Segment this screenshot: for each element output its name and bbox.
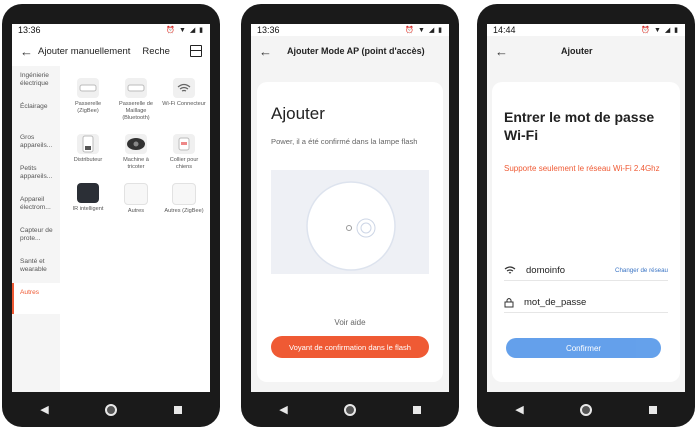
page-title: Ajouter manuellement xyxy=(38,45,131,57)
status-time: 14:44 xyxy=(493,25,516,35)
device-label: Passerelle de Maillage (Bluetooth) xyxy=(119,101,153,121)
gateway-icon xyxy=(77,78,99,98)
phone-3: 14:44 ⏰ ▼ ◢ ▮ ← Ajouter Entrer le mot de… xyxy=(477,4,695,427)
app-bar: ← Ajouter manuellement Reche xyxy=(12,36,210,66)
category-item[interactable]: Ingénierie électrique xyxy=(12,66,60,97)
device-label: Collier pour chiens xyxy=(169,157,199,170)
back-arrow-icon[interactable]: ← xyxy=(20,44,38,59)
search-tab[interactable]: Reche xyxy=(142,46,169,57)
device-grid: Passerelle (ZigBee) Passerelle de Mailla… xyxy=(60,66,210,392)
status-bar: 13:36 ⏰ ▼ ◢ ▮ xyxy=(251,24,449,36)
wifi-icon xyxy=(504,266,516,274)
category-item-active[interactable]: Autres xyxy=(12,283,60,314)
category-item[interactable]: Gros appareils... xyxy=(12,128,60,159)
network-warning: Supporte seulement le réseau Wi-Fi 2.4Gh… xyxy=(504,164,660,173)
device-label: Machine à tricoter xyxy=(123,157,149,170)
phone-2: 13:36 ⏰ ▼ ◢ ▮ ← Ajouter Mode AP (point d… xyxy=(241,4,459,427)
nav-back-icon[interactable]: ◀ xyxy=(515,403,523,416)
nav-recent-icon[interactable] xyxy=(412,405,421,414)
collar-icon xyxy=(173,134,195,154)
device-label: Autres xyxy=(127,208,145,214)
help-link[interactable]: Voir aide xyxy=(257,318,443,327)
device-label: Passerelle (ZigBee) xyxy=(74,101,102,114)
lock-icon xyxy=(504,297,514,307)
network-name: domoinfo xyxy=(526,264,566,276)
status-icons: ⏰ ▼ ◢ ▮ xyxy=(405,27,443,34)
scan-icon[interactable] xyxy=(190,45,202,57)
other-device-icon xyxy=(172,183,196,205)
device-item[interactable]: Passerelle (ZigBee) xyxy=(66,78,110,122)
android-nav-bar: ◀ xyxy=(251,392,449,427)
nav-back-icon[interactable]: ◀ xyxy=(279,403,287,416)
dispenser-icon xyxy=(77,134,99,154)
nav-home-icon[interactable] xyxy=(580,403,593,416)
category-item[interactable]: Éclairage xyxy=(12,97,60,128)
back-arrow-icon[interactable]: ← xyxy=(259,44,277,59)
device-item[interactable]: Autres (ZigBee) xyxy=(162,183,206,215)
category-item[interactable]: Petits appareils... xyxy=(12,159,60,190)
category-item[interactable]: Capteur de prote... xyxy=(12,221,60,252)
nav-home-icon[interactable] xyxy=(105,403,118,416)
category-sidebar: Ingénierie électrique Éclairage Gros app… xyxy=(12,66,60,392)
back-arrow-icon[interactable]: ← xyxy=(495,44,513,59)
status-bar: 14:44 ⏰ ▼ ◢ ▮ xyxy=(487,24,685,36)
app-bar: ← Ajouter Mode AP (point d'accès) xyxy=(251,36,449,66)
password-field[interactable]: mot_de_passe xyxy=(524,297,586,308)
android-nav-bar: ◀ xyxy=(487,392,685,427)
android-nav-bar: ◀ xyxy=(12,392,210,427)
device-item[interactable]: Distributeur xyxy=(66,134,110,171)
card-heading: Entrer le mot de passe Wi-Fi xyxy=(504,109,655,143)
status-time: 13:36 xyxy=(18,25,41,35)
nav-recent-icon[interactable] xyxy=(173,405,182,414)
password-row[interactable]: mot_de_passe xyxy=(504,292,668,313)
network-row: domoinfo Changer de réseau xyxy=(504,260,668,281)
change-network-link[interactable]: Changer de réseau xyxy=(615,267,668,274)
screen-ap-mode: 13:36 ⏰ ▼ ◢ ▮ ← Ajouter Mode AP (point d… xyxy=(251,24,449,392)
card-subtitle: Power, il a été confirmé dans la lampe f… xyxy=(271,137,418,146)
lamp-illustration xyxy=(271,170,429,274)
screen-wifi-password: 14:44 ⏰ ▼ ◢ ▮ ← Ajouter Entrer le mot de… xyxy=(487,24,685,392)
card-heading: Ajouter xyxy=(271,104,325,123)
page-title: Ajouter xyxy=(561,46,593,56)
device-label: IR intelligent xyxy=(72,206,104,212)
status-icons: ⏰ ▼ ◢ ▮ xyxy=(641,27,679,34)
device-item[interactable]: Autres xyxy=(114,183,158,215)
nav-back-icon[interactable]: ◀ xyxy=(40,403,48,416)
machine-icon xyxy=(125,134,147,154)
screen-add-manually: 13:36 ⏰ ▼ ◢ ▮ ← Ajouter manuellement Rec… xyxy=(12,24,210,392)
instruction-card: Ajouter Power, il a été confirmé dans la… xyxy=(257,82,443,382)
device-item[interactable]: Wi-Fi Connecteur xyxy=(162,78,206,122)
gateway-icon xyxy=(125,78,147,98)
other-device-icon xyxy=(124,183,148,205)
status-time: 13:36 xyxy=(257,25,280,35)
device-item[interactable]: Passerelle de Maillage (Bluetooth) xyxy=(114,78,158,122)
status-icons: ⏰ ▼ ◢ ▮ xyxy=(166,27,204,34)
device-label: Distributeur xyxy=(73,157,103,163)
device-label: Autres (ZigBee) xyxy=(164,208,204,214)
device-item[interactable]: IR intelligent xyxy=(66,183,110,215)
device-item[interactable]: Machine à tricoter xyxy=(114,134,158,171)
phone-1: 13:36 ⏰ ▼ ◢ ▮ ← Ajouter manuellement Rec… xyxy=(2,4,220,427)
device-item[interactable]: Collier pour chiens xyxy=(162,134,206,171)
wifi-card: Entrer le mot de passe Wi-Fi Supporte se… xyxy=(492,82,680,382)
category-item[interactable]: Santé et wearable xyxy=(12,252,60,283)
nav-recent-icon[interactable] xyxy=(648,405,657,414)
ir-remote-icon xyxy=(77,183,99,203)
category-item[interactable]: Appareil électrom... xyxy=(12,190,60,221)
page-title: Ajouter Mode AP (point d'accès) xyxy=(287,46,425,56)
nav-home-icon[interactable] xyxy=(344,403,357,416)
status-bar: 13:36 ⏰ ▼ ◢ ▮ xyxy=(12,24,210,36)
wifi-icon xyxy=(173,78,195,98)
confirm-button[interactable]: Confirmer xyxy=(506,338,661,358)
device-label: Wi-Fi Connecteur xyxy=(162,101,206,107)
confirm-flash-button[interactable]: Voyant de confirmation dans le flash xyxy=(271,336,429,358)
app-bar: ← Ajouter xyxy=(487,36,685,66)
